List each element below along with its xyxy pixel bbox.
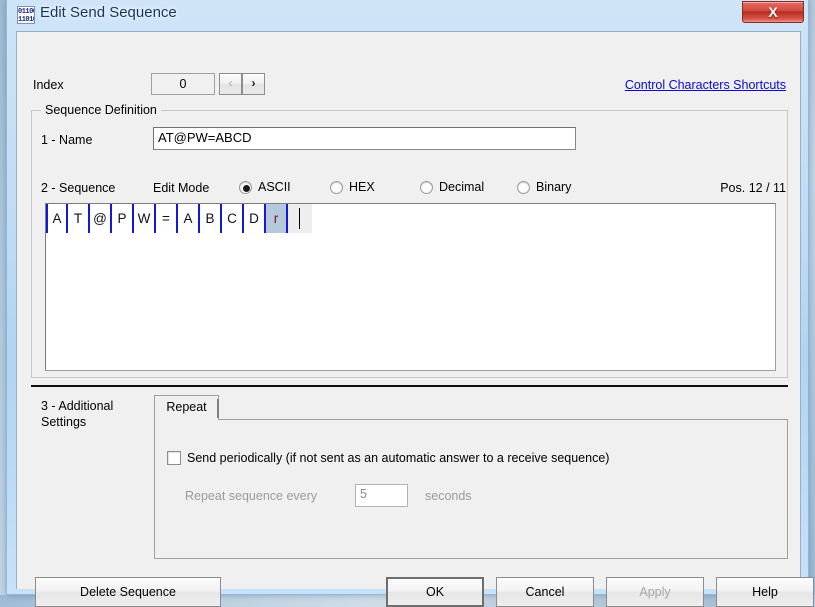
sequence-label: 2 - Sequence xyxy=(41,181,116,195)
cancel-button[interactable]: Cancel xyxy=(496,577,594,607)
sequence-cell[interactable]: P xyxy=(112,204,134,233)
radio-decimal-label: Decimal xyxy=(439,180,485,194)
app-icon-bottom-bits: 11010 xyxy=(18,16,35,24)
radio-decimal-dot-icon xyxy=(420,181,433,194)
window-title: Edit Send Sequence xyxy=(40,4,177,21)
sequence-cell[interactable]: @ xyxy=(90,204,112,233)
sequence-cell[interactable]: D xyxy=(244,204,266,233)
name-label: 1 - Name xyxy=(41,133,93,147)
index-label: Index xyxy=(33,78,64,92)
close-button[interactable]: X xyxy=(742,1,804,23)
edit-mode-label: Edit Mode xyxy=(153,181,210,195)
repeat-sequence-every-label: Repeat sequence every xyxy=(185,489,318,503)
radio-ascii-label: ASCII xyxy=(258,180,291,194)
send-periodically-label: Send periodically (if not sent as an aut… xyxy=(187,451,610,465)
sequence-cell[interactable]: A xyxy=(178,204,200,233)
tab-repeat[interactable]: Repeat xyxy=(154,395,219,420)
dialog-client-area: Index 0 ‹ › Control Characters Shortcuts… xyxy=(16,31,814,607)
repeat-interval-input[interactable]: 5 xyxy=(355,484,408,507)
send-periodically-checkbox[interactable] xyxy=(167,451,181,465)
dialog-window: 01100 11010 Edit Send Sequence X Index 0… xyxy=(6,0,814,607)
sequence-cell[interactable]: r xyxy=(266,204,288,233)
ok-button[interactable]: OK xyxy=(386,577,484,607)
sequence-cell[interactable]: T xyxy=(68,204,90,233)
sequence-cell[interactable]: C xyxy=(222,204,244,233)
name-input[interactable]: AT@PW=ABCD xyxy=(153,127,576,150)
apply-button[interactable]: Apply xyxy=(606,577,704,607)
radio-binary-label: Binary xyxy=(536,180,572,194)
sequence-cell[interactable]: W xyxy=(134,204,156,233)
position-indicator: Pos. 12 / 11 xyxy=(720,181,786,195)
radio-ascii-dot-icon xyxy=(239,181,252,194)
sequence-cell[interactable]: A xyxy=(46,204,68,233)
app-icon-top-bits: 01100 xyxy=(18,8,35,16)
seconds-label: seconds xyxy=(425,489,472,503)
previous-index-button[interactable]: ‹ xyxy=(219,73,242,95)
additional-settings-tab-control: Repeat xyxy=(154,395,788,559)
additional-settings-label-line2: Settings xyxy=(41,415,87,429)
radio-binary-dot-icon xyxy=(517,181,530,194)
sequence-cell[interactable]: B xyxy=(200,204,222,233)
sequence-cell[interactable]: = xyxy=(156,204,178,233)
sequence-definition-legend: Sequence Definition xyxy=(41,103,161,117)
app-icon: 01100 11010 xyxy=(17,6,35,24)
index-value-field[interactable]: 0 xyxy=(151,73,215,95)
sequence-character-editor[interactable]: A T @ P W = A B C Dr xyxy=(45,203,776,371)
additional-settings-label-line1: 3 - Additional xyxy=(41,399,114,413)
sequence-cell-row: A T @ P W = A B C Dr xyxy=(46,204,312,233)
control-characters-shortcuts-link[interactable]: Control Characters Shortcuts xyxy=(625,78,786,92)
radio-hex-label: HEX xyxy=(349,180,375,194)
help-button[interactable]: Help xyxy=(716,577,814,607)
next-index-button[interactable]: › xyxy=(242,73,265,95)
title-bar: 01100 11010 Edit Send Sequence X xyxy=(7,0,810,31)
delete-sequence-button[interactable]: Delete Sequence xyxy=(35,577,221,607)
radio-hex-dot-icon xyxy=(330,181,343,194)
section-divider xyxy=(31,385,788,387)
sequence-caret-cell[interactable] xyxy=(288,204,312,233)
